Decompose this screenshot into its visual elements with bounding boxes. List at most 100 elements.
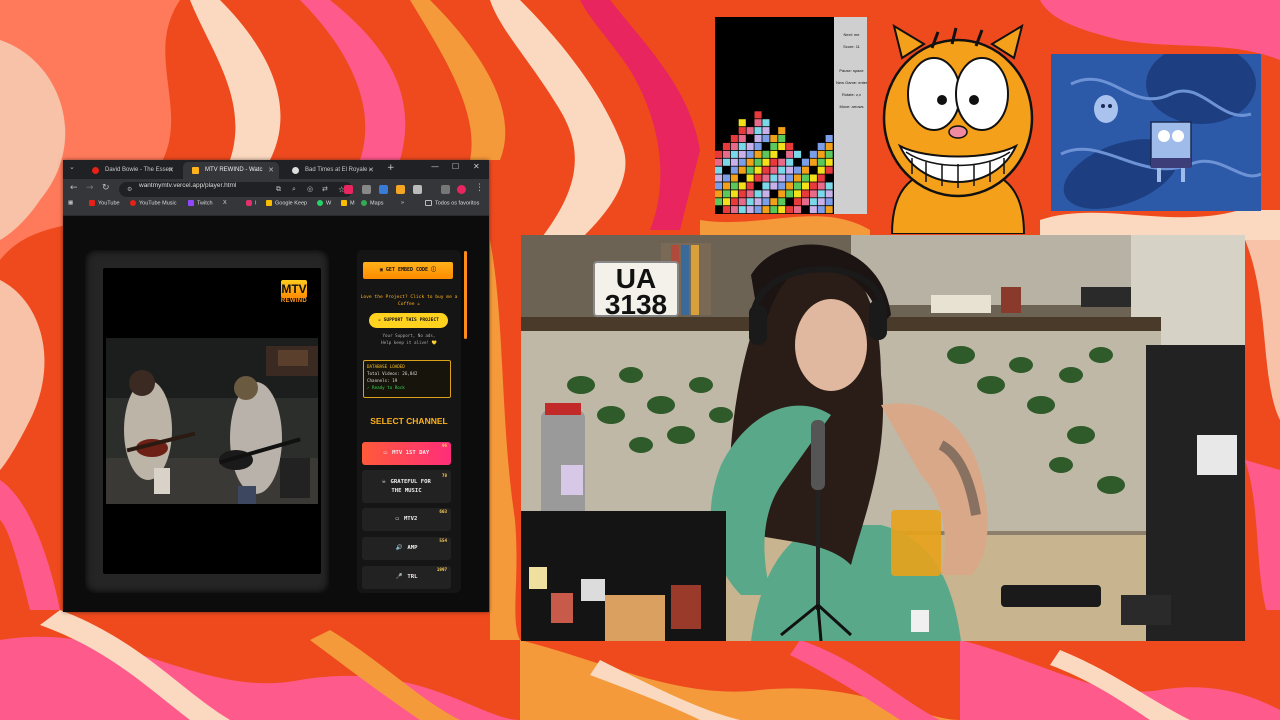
tetris-block [809,182,817,190]
mtv-favicon-icon [192,167,199,174]
more-bookmarks-icon[interactable]: » [401,200,404,206]
tetris-block [754,166,762,174]
note-line: Your Support, No ads, [382,333,436,338]
apps-grid-icon[interactable]: ▦ [68,200,73,206]
tetris-block [730,135,738,143]
band-performance-image [106,338,318,504]
tv-frame: MTV REWIND [85,250,329,593]
tetris-block [817,190,825,198]
tetris-block [730,198,738,206]
extensions-puzzle-icon[interactable] [441,185,450,194]
bookmark-all-favorites[interactable]: Todos os favoritos [425,200,479,206]
forward-icon[interactable]: → [86,183,94,193]
tab-bad-times[interactable]: Bad Times at El Royale - ✕ [283,162,379,179]
bookmark-youtube-music[interactable]: YouTube Music [130,200,177,206]
tetris-block [762,190,770,198]
tetris-block [762,206,770,214]
extension-icon[interactable] [413,185,422,194]
tetris-next: Next: me [843,32,860,37]
tetris-block [817,150,825,158]
tetris-block [801,166,809,174]
tab-mtv-rewind[interactable]: MTV REWIND - Watc ✕ [183,162,279,179]
tetris-block [817,158,825,166]
tetris-block [754,190,762,198]
profile-avatar-icon[interactable] [457,185,466,194]
db-channels: Channels: 19 [367,378,398,383]
tetris-block [738,190,746,198]
new-tab-icon[interactable]: + [387,163,395,173]
close-tab-icon[interactable]: ✕ [268,162,274,179]
extension-icon[interactable] [396,185,405,194]
tetris-block [730,174,738,182]
db-ready: ✓ Ready to Rock [367,385,405,390]
tetris-block [770,198,778,206]
support-project-button[interactable]: ☕ SUPPORT THIS PROJECT [369,313,448,328]
translate-icon[interactable]: ⇄ [322,182,328,197]
tv-screen: MTV REWIND [103,268,321,574]
eye-off-icon[interactable]: ◎ [307,182,313,197]
db-title: DATABASE LOADED [367,364,405,369]
url-text: wantmymtv.vercel.app/player.html [139,182,237,189]
install-icon[interactable]: ⧉ [276,182,281,197]
bookmark-maps[interactable]: Maps [361,200,383,206]
bookmark-w[interactable]: W [317,200,331,206]
bookmark-instagram[interactable]: I [246,200,257,206]
bookmark-youtube[interactable]: YouTube [89,200,120,206]
maximize-icon[interactable]: ☐ [452,162,459,171]
tetris-block [715,182,723,190]
tetris-block [722,190,730,198]
tetris-block [762,158,770,166]
tab-search-icon[interactable]: ⌄ [69,163,75,171]
tetris-block [794,150,802,158]
tetris-block [762,119,770,127]
control-panel: ▣ GET EMBED CODE ⓘ Love the Project? Cli… [357,250,461,593]
address-bar-row: ← → ↻ ⚙ wantmymtv.vercel.app/player.html… [63,179,489,200]
support-label: SUPPORT THIS PROJECT [383,318,439,323]
bookmark-google-keep[interactable]: Google Keep [266,200,307,206]
mtv-rewind-page: MTV REWIND ▣ GET EMBED CODE ⓘ Love the P… [63,216,489,612]
tab-david-bowie[interactable]: David Bowie - The Essen ✕ [83,162,179,179]
channel-mtv2[interactable]: ▭ MTV2 603 [362,508,451,531]
close-window-icon[interactable]: ✕ [473,162,480,171]
bookmark-label: Todos os favoritos [435,200,480,207]
tetris-score: Score: 11 [843,44,860,49]
tetris-block [738,119,746,127]
get-embed-code-button[interactable]: ▣ GET EMBED CODE ⓘ [363,262,453,279]
channel-amp[interactable]: 🔊 AMP 554 [362,537,451,560]
extension-icon[interactable] [379,185,388,194]
site-info-icon[interactable]: ⚙ [127,182,132,197]
tetris-block [738,182,746,190]
extension-icon[interactable] [362,185,371,194]
tetris-block [801,198,809,206]
panel-scrollbar[interactable] [464,251,467,339]
page-favicon-icon [292,167,299,174]
bookmark-x[interactable]: X [223,200,227,206]
back-icon[interactable]: ← [70,183,78,193]
bookmark-m[interactable]: M [341,200,355,206]
music-video-frame[interactable] [106,338,318,504]
tetris-block [809,150,817,158]
channel-trl[interactable]: 🎤 TRL 1997 [362,566,451,589]
tetris-block [754,174,762,182]
bookmark-label: M [350,200,355,207]
tetris-block [746,158,754,166]
reload-icon[interactable]: ↻ [102,183,110,193]
url-bar[interactable]: ⚙ wantmymtv.vercel.app/player.html ⧉ ⌕ ◎… [119,182,353,197]
tab-label: Bad Times at El Royale - [305,167,372,173]
extension-icon[interactable] [344,185,353,194]
tetris-block [817,142,825,150]
note-line: Help keep it alive! 💛 [381,340,437,345]
tetris-block [817,198,825,206]
support-note: Your Support, No ads, Help keep it alive… [359,332,459,346]
tetris-block [786,174,794,182]
menu-kebab-icon[interactable]: ⋮ [475,183,484,193]
zoom-icon[interactable]: ⌕ [292,182,296,197]
tetris-block [754,119,762,127]
close-tab-icon[interactable]: ✕ [368,162,374,179]
bookmark-twitch[interactable]: Twitch [188,200,213,206]
channel-grateful-for-the-music[interactable]: ☠ GRATEFUL FOR THE MUSIC 78 [362,470,451,503]
minimize-icon[interactable]: — [431,162,439,171]
channel-mtv-1st-day[interactable]: ▭ MTV 1ST DAY 96 [362,442,451,465]
close-tab-icon[interactable]: ✕ [168,162,174,179]
tetris-block [730,206,738,214]
